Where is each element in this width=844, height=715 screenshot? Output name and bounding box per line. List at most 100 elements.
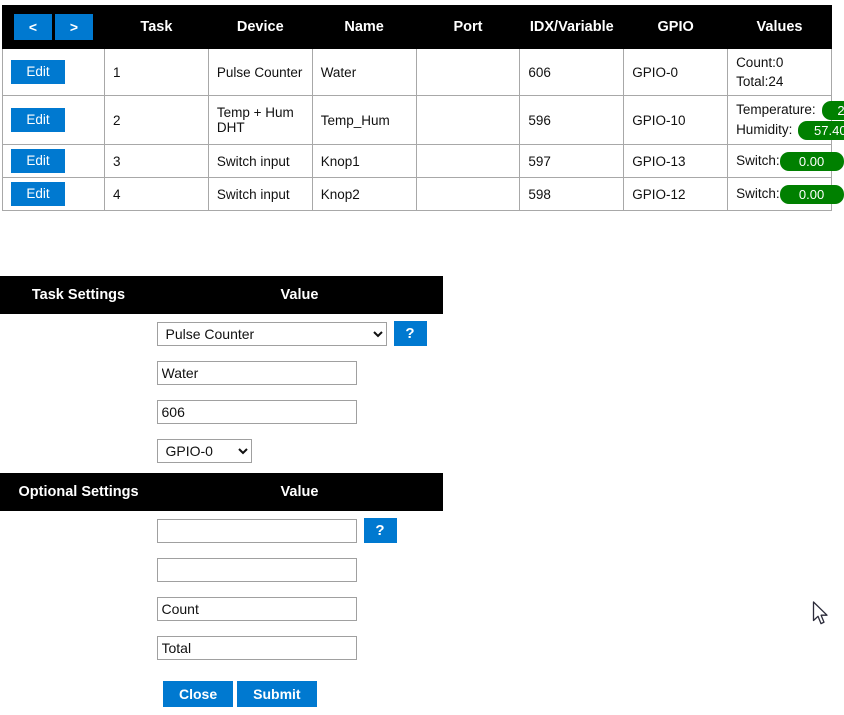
devices-table-body: Edit 1 Pulse Counter Water 606 GPIO-0 Count:0 T…: [2, 48, 844, 211]
column-header-task: Task: [104, 5, 209, 49]
name-value-cell: [156, 353, 443, 392]
task-settings-header-row: Task Settings Value: [0, 276, 443, 314]
value-name-1-label: [1, 589, 157, 628]
edit-button[interactable]: Edit: [11, 108, 65, 132]
pagination-controls: < >: [14, 14, 93, 40]
gpio-select[interactable]: GPIO-0: [156, 438, 252, 463]
formula-count-value-cell: ?: [156, 511, 443, 551]
close-button[interactable]: Close: [163, 681, 234, 707]
task-settings-body: Pulse Counter ? GPIO-0: [1, 314, 443, 471]
edit-button[interactable]: Edit: [11, 60, 65, 84]
value-name-1-value-cell: [156, 589, 443, 628]
optional-settings-header-label: Optional Settings: [0, 473, 157, 511]
optional-settings-head: Optional Settings Value: [0, 473, 443, 511]
column-header-idx: IDX/Variable: [519, 5, 625, 49]
cell-gpio: GPIO-0: [623, 48, 729, 96]
cell-name: Knop2: [311, 177, 417, 211]
cell-idx: 596: [519, 95, 625, 145]
cell-edit: Edit: [2, 48, 105, 96]
device-label: [1, 314, 157, 354]
value-name-2-value-cell: [156, 628, 443, 667]
cell-values: Count:0 Total:24: [727, 48, 832, 96]
value-name-1-input[interactable]: [156, 596, 357, 621]
formula-total-value-cell: [156, 550, 443, 589]
value-line: Count:0: [736, 53, 823, 72]
idx-value-cell: [156, 392, 443, 431]
field-row-formula-count: ?: [1, 511, 443, 551]
cell-device: Switch input: [207, 177, 313, 211]
cell-port: [415, 144, 521, 178]
table-row: Edit 1 Pulse Counter Water 606 GPIO-0 Count:0 T…: [2, 48, 832, 96]
devices-table-head: < > Task Device Name Port IDX/Variable G…: [2, 5, 832, 49]
next-page-button[interactable]: >: [55, 14, 93, 40]
cell-port: [415, 48, 521, 96]
cell-name: Temp_Hum: [311, 95, 417, 145]
optional-settings-table: Optional Settings Value ?: [0, 473, 443, 667]
optional-settings-header-row: Optional Settings Value: [0, 473, 443, 511]
prev-page-button[interactable]: <: [14, 14, 52, 40]
idx-label: [1, 392, 157, 431]
formula-count-input[interactable]: [156, 518, 357, 543]
value-label: Switch:: [736, 186, 780, 201]
field-row-value-name-2: [1, 628, 443, 667]
gpio-value-cell: GPIO-0: [156, 431, 443, 470]
table-row: Edit 2 Temp + Hum DHT Temp_Hum 596 GPIO-10 Tem…: [2, 95, 844, 145]
value-line: Total:24: [736, 72, 823, 91]
value-label: Count:0: [736, 55, 784, 70]
task-settings-section: Task Settings Value Pulse Counter ? Wate…: [0, 276, 443, 470]
field-row-gpio: GPIO-0: [1, 431, 443, 470]
cell-gpio: GPIO-13: [623, 144, 729, 178]
cell-task: 3: [104, 144, 209, 178]
form-action-buttons: Close Submit: [163, 681, 317, 707]
submit-button[interactable]: Submit: [237, 681, 317, 707]
optional-settings-section: Optional Settings Value ?: [0, 473, 443, 667]
cell-port: [415, 177, 521, 211]
value-name-2-label: [1, 628, 157, 667]
optional-settings-header-value: Value: [156, 473, 443, 511]
formula-count-help-button[interactable]: ?: [363, 518, 397, 543]
devices-table-container: < > Task Device Name Port IDX/Variable G…: [2, 5, 844, 211]
cell-device: Switch input: [207, 144, 313, 178]
value-label: Switch:: [736, 153, 780, 168]
cell-task: 2: [104, 95, 209, 145]
value-label: Total:24: [736, 74, 784, 89]
cell-gpio: GPIO-10: [623, 95, 729, 145]
pagination-header-cell: < >: [2, 5, 105, 49]
cell-values: Switch: 0.00: [727, 144, 844, 178]
cell-gpio: GPIO-12: [623, 177, 729, 211]
formula-count-controls: ?: [156, 518, 443, 543]
devices-table-header-row: < > Task Device Name Port IDX/Variable G…: [2, 5, 832, 49]
formula-count-label: [1, 511, 157, 551]
status-badge: 0.00: [779, 184, 844, 204]
value-label: Humidity:: [736, 122, 793, 137]
device-help-button[interactable]: ?: [393, 321, 427, 346]
value-line: Switch: 0.00: [736, 151, 844, 171]
name-input[interactable]: [156, 360, 357, 385]
cell-device: Pulse Counter: [207, 48, 313, 96]
cell-name: Water: [311, 48, 417, 96]
cell-idx: 598: [519, 177, 625, 211]
device-value-cell: Pulse Counter ?: [156, 314, 443, 354]
cell-name: Knop1: [311, 144, 417, 178]
field-row-idx: [1, 392, 443, 431]
gpio-label: [1, 431, 157, 470]
cell-task: 4: [104, 177, 209, 211]
task-settings-header-value: Value: [156, 276, 443, 314]
edit-button[interactable]: Edit: [11, 149, 65, 173]
cell-port: [415, 95, 521, 145]
name-label: [1, 353, 157, 392]
status-badge: 0.00: [779, 151, 844, 171]
formula-total-label: [1, 550, 157, 589]
column-header-port: Port: [415, 5, 521, 49]
value-name-2-input[interactable]: [156, 635, 357, 660]
idx-input[interactable]: [156, 399, 357, 424]
edit-button[interactable]: Edit: [11, 182, 65, 206]
value-line: Temperature: 20.90: [736, 100, 844, 120]
task-settings-head: Task Settings Value: [0, 276, 443, 314]
value-line: Switch: 0.00: [736, 184, 844, 204]
formula-total-input[interactable]: [156, 557, 357, 582]
task-settings-table: Task Settings Value Pulse Counter ? Wate…: [0, 276, 443, 470]
cell-idx: 606: [519, 48, 625, 96]
device-select[interactable]: Pulse Counter: [156, 321, 387, 346]
cell-idx: 597: [519, 144, 625, 178]
